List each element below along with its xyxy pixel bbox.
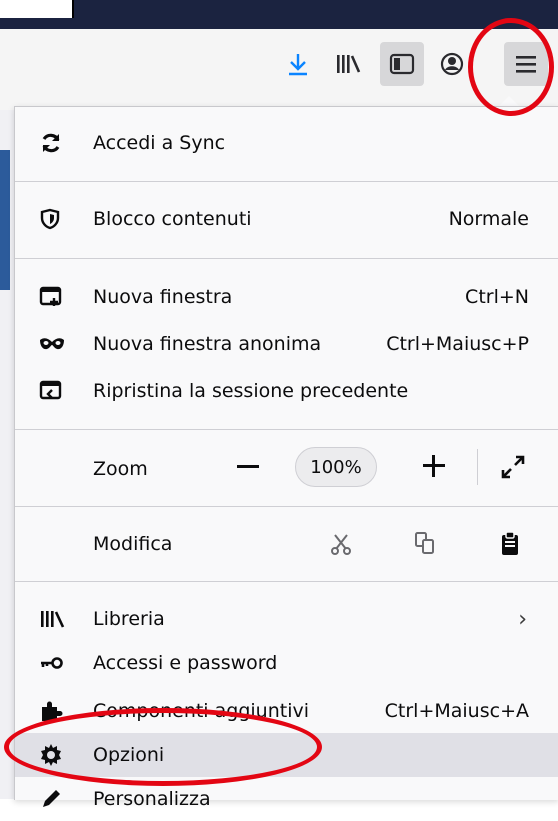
edit-label: Modifica [93,533,173,555]
puzzle-icon [39,699,79,723]
menu-separator [15,506,558,507]
menu-item-restore-session[interactable]: Ripristina la sessione precedente [15,369,558,413]
menu-item-label: Nuova finestra anonima [93,333,322,355]
menu-item-label: Accedi a Sync [93,132,226,154]
menu-item-options[interactable]: Opzioni [15,733,558,777]
shortcut-label: Ctrl+N [465,286,529,308]
cut-icon[interactable] [329,532,353,556]
menu-item-private-window[interactable]: Nuova finestra anonima Ctrl+Maiusc+P [15,322,558,366]
menu-separator [15,581,558,582]
menu-item-label: Personalizza [93,788,211,810]
menu-item-edit: Modifica [15,522,558,566]
account-button[interactable] [430,42,474,86]
menu-separator [15,258,558,259]
page-content-edge [0,110,14,799]
shortcut-label: Ctrl+Maiusc+A [384,700,529,722]
menu-separator [15,181,558,182]
gear-icon [39,743,79,767]
zoom-reset-button[interactable]: 100% [295,447,377,487]
menu-item-zoom: Zoom 100% [15,447,558,491]
hamburger-menu-icon [516,56,536,73]
menu-item-content-blocking[interactable]: Blocco contenuti Normale [15,197,558,241]
window-titlebar [0,0,558,29]
menu-item-logins[interactable]: Accessi e password [15,641,558,685]
menu-item-customize[interactable]: Personalizza [15,777,558,821]
menu-item-label: Libreria [93,608,165,630]
menu-button[interactable] [504,42,548,86]
menu-item-label: Blocco contenuti [93,208,252,230]
zoom-divider [477,449,478,485]
mask-icon [39,332,79,356]
menu-item-library[interactable]: Libreria › [15,597,558,641]
menu-item-addons[interactable]: Componenti aggiuntivi Ctrl+Maiusc+A [15,689,558,733]
titlebar-notch [0,0,74,18]
zoom-level: 100% [310,456,362,478]
menu-item-label: Accessi e password [93,652,278,674]
menu-separator [15,429,558,430]
sidebar-button[interactable] [380,42,424,86]
zoom-out-button[interactable] [237,465,259,468]
sync-icon [39,131,79,155]
shortcut-label: Ctrl+Maiusc+P [386,333,529,355]
download-icon [289,54,307,76]
app-menu-panel: Accedi a Sync Blocco contenuti Normale N… [14,106,558,810]
menu-item-label: Opzioni [93,744,165,766]
library-icon [39,607,79,631]
page-content-bar [0,150,10,290]
browser-toolbar [0,29,558,110]
paste-icon[interactable] [499,530,521,558]
new-window-icon [39,285,79,309]
shield-icon [39,207,79,231]
library-icon [337,55,361,73]
fullscreen-icon[interactable] [499,453,527,481]
copy-icon[interactable] [413,531,437,557]
download-button[interactable] [276,42,320,86]
menu-item-label: Nuova finestra [93,286,233,308]
sidebar-icon [389,53,415,75]
menu-item-new-window[interactable]: Nuova finestra Ctrl+N [15,275,558,319]
zoom-label: Zoom [93,458,148,480]
chevron-right-icon: › [518,606,527,632]
restore-session-icon [39,379,79,403]
key-icon [39,651,79,675]
library-button[interactable] [326,42,370,86]
content-blocking-value: Normale [448,208,529,230]
account-icon [440,52,464,76]
menu-item-label: Ripristina la sessione precedente [93,380,409,402]
menu-item-sync[interactable]: Accedi a Sync [15,121,558,165]
zoom-in-button[interactable] [423,455,445,477]
pencil-icon [39,787,79,811]
menu-item-label: Componenti aggiuntivi [93,700,310,722]
